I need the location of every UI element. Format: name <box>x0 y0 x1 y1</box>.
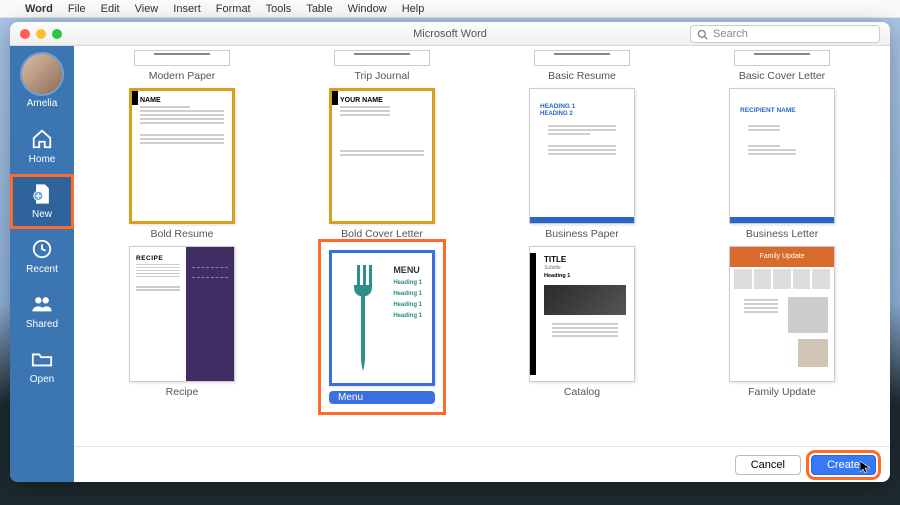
menu-help[interactable]: Help <box>402 3 425 15</box>
sidebar-item-label: New <box>32 209 52 220</box>
template-gallery[interactable]: Modern Paper Trip Journal Basic Resume B… <box>74 46 890 446</box>
template-label: Basic Cover Letter <box>739 70 825 82</box>
menu-window[interactable]: Window <box>348 3 387 15</box>
preview-heading: Heading 1 <box>393 302 422 308</box>
sidebar-item-label: Open <box>30 374 54 385</box>
preview-title: MENU <box>393 265 422 275</box>
user-name: Amelia <box>27 98 58 109</box>
preview-title: TITLE <box>544 255 566 264</box>
sidebar-item-label: Shared <box>26 319 58 330</box>
template-menu[interactable]: MENU Heading 1 Heading 1 Heading 1 Headi… <box>282 246 482 408</box>
menu-edit[interactable]: Edit <box>101 3 120 15</box>
sidebar-item-recent[interactable]: Recent <box>10 229 74 284</box>
sidebar-item-shared[interactable]: Shared <box>10 284 74 339</box>
preview-heading: Heading 1 <box>544 273 570 279</box>
menu-insert[interactable]: Insert <box>173 3 201 15</box>
template-bold-cover-letter[interactable]: YOUR NAME Bold Cover Letter <box>282 88 482 240</box>
sidebar-item-open[interactable]: Open <box>10 339 74 394</box>
template-modern-paper[interactable]: Modern Paper <box>82 50 282 82</box>
preview-title: Family Update <box>730 247 834 267</box>
menu-tools[interactable]: Tools <box>266 3 292 15</box>
template-label: Basic Resume <box>548 70 616 82</box>
menu-view[interactable]: View <box>135 3 159 15</box>
fork-icon <box>348 263 378 378</box>
avatar[interactable] <box>22 54 62 94</box>
sidebar-item-new[interactable]: New <box>10 174 74 229</box>
menu-file[interactable]: File <box>68 3 86 15</box>
search-placeholder: Search <box>713 28 748 40</box>
template-label: Trip Journal <box>354 70 409 82</box>
preview-heading: HEADING 2 <box>540 111 573 117</box>
clock-icon <box>31 238 53 260</box>
template-label: Business Paper <box>545 228 619 240</box>
mac-menubar: Word File Edit View Insert Format Tools … <box>0 0 900 18</box>
template-label: Family Update <box>748 386 816 398</box>
preview-heading: Heading 1 <box>393 280 422 286</box>
new-document-icon <box>31 183 53 205</box>
preview-heading: HEADING 1 <box>540 103 575 110</box>
template-label: Business Letter <box>746 228 818 240</box>
create-button[interactable]: Create <box>811 455 876 475</box>
menu-table[interactable]: Table <box>306 3 332 15</box>
sidebar-item-label: Home <box>29 154 56 165</box>
sidebar-item-home[interactable]: Home <box>10 119 74 174</box>
template-trip-journal[interactable]: Trip Journal <box>282 50 482 82</box>
template-label: Catalog <box>564 386 600 398</box>
template-label-selected: Menu <box>329 391 435 404</box>
template-bold-resume[interactable]: NAME Bold Resume <box>82 88 282 240</box>
people-icon <box>31 293 53 315</box>
folder-open-icon <box>31 348 53 370</box>
template-basic-resume[interactable]: Basic Resume <box>482 50 682 82</box>
sidebar-item-label: Recent <box>26 264 58 275</box>
search-icon <box>697 29 708 40</box>
cancel-button[interactable]: Cancel <box>735 455 801 475</box>
cursor-icon <box>860 461 870 476</box>
template-label: Bold Resume <box>150 228 213 240</box>
preview-name: YOUR NAME <box>340 97 432 104</box>
template-label: Modern Paper <box>149 70 216 82</box>
create-button-label: Create <box>827 459 860 471</box>
word-new-window: Microsoft Word Search Amelia Home New Re… <box>10 22 890 482</box>
preview-subtitle: Subtitle <box>544 265 561 271</box>
preview-heading: RECIPIENT NAME <box>740 107 796 114</box>
template-gallery-pane: Modern Paper Trip Journal Basic Resume B… <box>74 46 890 482</box>
app-name[interactable]: Word <box>25 3 53 15</box>
search-input[interactable]: Search <box>690 25 880 43</box>
template-business-paper[interactable]: HEADING 1 HEADING 2 Business Paper <box>482 88 682 240</box>
template-family-update[interactable]: Family Update Family Update <box>682 246 882 408</box>
footer-bar: Cancel Create <box>74 446 890 482</box>
template-label: Recipe <box>166 386 199 398</box>
preview-heading: Heading 1 <box>393 291 422 297</box>
titlebar: Microsoft Word Search <box>10 22 890 46</box>
template-catalog[interactable]: TITLE Subtitle Heading 1 Catalog <box>482 246 682 408</box>
preview-heading: Heading 1 <box>393 313 422 319</box>
template-recipe[interactable]: RECIPE Recipe <box>82 246 282 408</box>
template-business-letter[interactable]: RECIPIENT NAME Business Letter <box>682 88 882 240</box>
home-icon <box>31 128 53 150</box>
menu-format[interactable]: Format <box>216 3 251 15</box>
template-basic-cover-letter[interactable]: Basic Cover Letter <box>682 50 882 82</box>
preview-title: RECIPE <box>136 255 180 262</box>
sidebar: Amelia Home New Recent Shared Open <box>10 46 74 482</box>
preview-name: NAME <box>140 97 232 104</box>
template-label: Bold Cover Letter <box>341 228 423 240</box>
